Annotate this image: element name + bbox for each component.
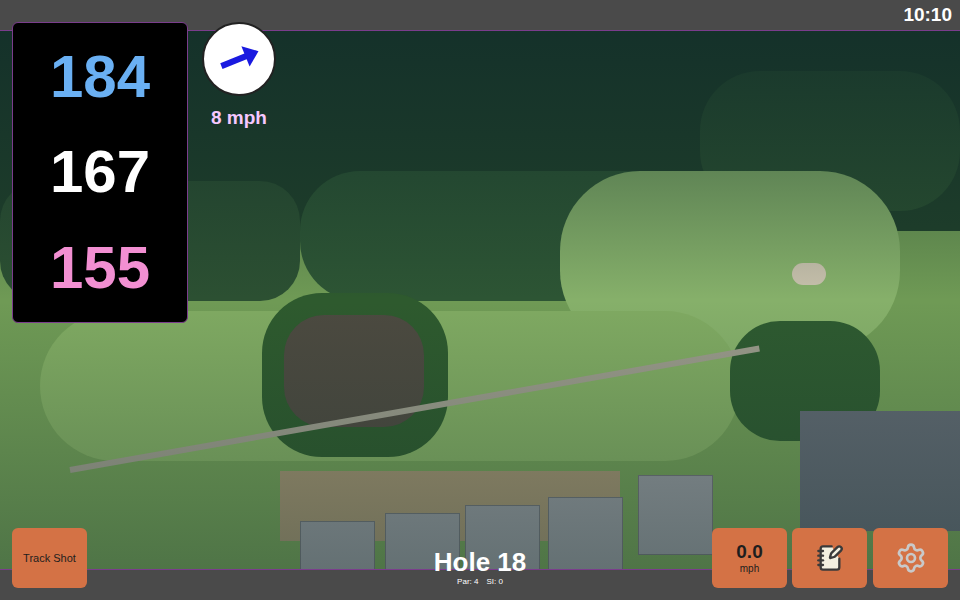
distance-panel: 184 167 155	[12, 22, 188, 323]
speed-unit: mph	[740, 563, 759, 575]
golf-gps-screen: 10:10 184 167 155 8 mph Track Shot Hole 18Par:…	[0, 0, 960, 600]
wind-indicator: 8 mph	[202, 22, 276, 133]
hole-si: SI: 0	[486, 577, 502, 587]
settings-button[interactable]	[873, 528, 948, 588]
notes-button[interactable]	[792, 528, 867, 588]
distance-value: 155	[50, 238, 150, 298]
wind-dial	[202, 22, 276, 96]
distance-value: 167	[50, 142, 150, 202]
speed-value: 0.0	[736, 541, 762, 563]
hole-details: Par: 4 SI: 0	[457, 577, 503, 587]
hole-par: Par: 4	[457, 577, 478, 587]
track-shot-button[interactable]: Track Shot	[12, 528, 87, 588]
hole-title: Hole 18	[434, 547, 527, 577]
wind-speed: 8 mph	[211, 104, 267, 133]
speed-button[interactable]: 0.0mph	[712, 528, 787, 588]
notepad-icon	[816, 544, 844, 572]
wind-arrow-icon	[216, 36, 262, 82]
distance-value: 184	[50, 47, 150, 107]
hole-info: Hole 18Par: 4 SI: 0	[380, 547, 580, 587]
clock: 10:10	[903, 1, 952, 30]
action-buttons: 0.0mph	[712, 528, 948, 588]
gear-icon	[895, 542, 927, 574]
